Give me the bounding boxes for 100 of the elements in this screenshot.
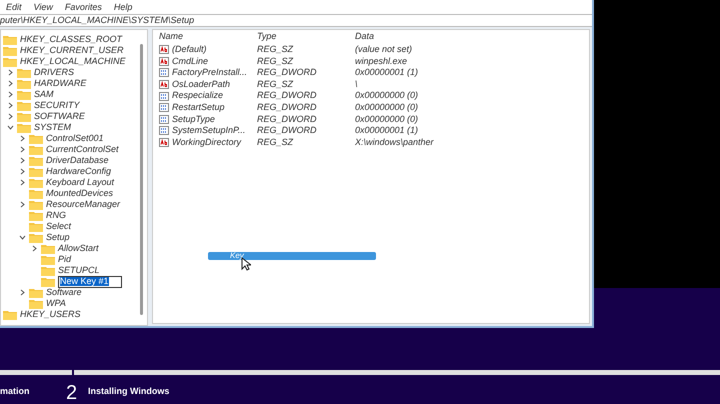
value-data: 0x00000000 (0) [355,100,420,114]
value-data: 0x00000000 (0) [355,89,420,102]
chevron-right-icon[interactable] [31,245,38,252]
tree-item[interactable]: DriverDatabase [46,156,109,165]
value-name[interactable]: SystemSetupInP... [172,124,246,138]
chevron-down-icon[interactable] [19,234,26,241]
folder-icon [29,134,43,144]
column-header[interactable]: Type [257,30,355,44]
folder-icon [17,112,31,122]
chevron-right-icon[interactable] [19,201,26,208]
folder-icon [29,288,43,298]
value-data: 0x00000001 (1) [355,66,420,80]
tree-item[interactable]: RNG [46,211,66,220]
string-value-icon [159,80,169,90]
folder-icon [29,222,43,232]
value-type: REG_DWORD [257,66,318,80]
folder-icon [29,156,43,166]
tree-item[interactable]: Keyboard Layout [46,178,114,187]
folder-icon [3,34,17,44]
value-name[interactable]: Respecialize [172,89,224,103]
tree-item[interactable]: AllowStart [58,244,99,253]
folder-icon [29,178,43,188]
value-name[interactable]: (Default) [172,43,207,56]
value-name[interactable]: SetupType [172,112,215,126]
tree-item[interactable]: SETUPCL [58,266,100,275]
value-name[interactable]: RestartSetup [172,100,225,114]
value-data: X:\windows\panther [355,136,435,149]
value-type: REG_DWORD [257,100,318,114]
folder-icon [17,122,31,132]
value-type: REG_SZ [257,78,294,91]
tree-item[interactable]: Software [46,288,82,297]
step-number: 2 [66,383,78,403]
string-value-icon [159,56,169,66]
chevron-down-icon[interactable] [7,124,14,131]
folder-icon [41,266,55,276]
tree-item[interactable]: HARDWARE [34,79,86,88]
binary-value-icon [159,68,169,78]
value-type: REG_SZ [257,136,294,149]
tree-item[interactable]: SOFTWARE [34,112,85,121]
tree-item[interactable]: ControlSet001 [46,134,104,143]
folder-icon [29,144,43,154]
address-bar[interactable]: puter\HKEY_LOCAL_MACHINE\SYSTEM\Setup [0,14,592,27]
folder-icon [29,232,43,242]
folder-icon [17,68,31,78]
folder-icon [29,200,43,210]
value-data: 0x00000000 (0) [355,112,420,126]
menu-item[interactable]: View [34,0,53,14]
value-data: \ [355,78,359,91]
tree-item[interactable]: Select [46,222,72,231]
value-name[interactable]: OsLoaderPath [172,78,230,92]
step-label: mation [0,385,31,398]
value-name[interactable]: CmdLine [172,54,208,68]
tree-item[interactable]: MountedDevices [46,189,114,198]
value-data: winpeshl.exe [355,54,408,68]
value-type: REG_DWORD [257,124,318,138]
tree-item[interactable]: HKEY_CLASSES_ROOT [20,35,122,44]
step-label: Installing Windows [88,385,170,398]
value-data: (value not set) [355,43,414,56]
column-header[interactable]: Data [355,30,583,44]
folder-icon [29,166,43,176]
tree-item[interactable]: DRIVERS [34,68,74,77]
folder-icon [29,188,43,198]
value-data: 0x00000001 (1) [355,124,420,138]
value-type: REG_DWORD [257,89,318,102]
rename-field[interactable]: New Key #1 [58,276,122,288]
folder-icon [41,244,55,254]
string-value-icon [159,138,169,147]
tree-item[interactable]: SAM [34,90,54,99]
tree-item[interactable]: ResourceManager [46,200,120,209]
binary-value-icon [159,114,169,124]
progress-segment [0,370,72,375]
tree-item[interactable]: Setup [46,233,70,242]
binary-value-icon [159,103,169,112]
menu-item[interactable]: Help [114,0,132,14]
tree-item[interactable]: HardwareConfig [46,167,112,176]
value-name[interactable]: WorkingDirectory [172,136,242,150]
menu-item[interactable]: Edit [6,0,22,14]
value-type: REG_DWORD [257,112,318,126]
tree-item[interactable]: SYSTEM [34,123,72,132]
folder-icon [41,254,55,264]
string-value-icon [159,45,169,54]
tree-item[interactable]: HKEY_USERS [20,310,81,319]
tree-item[interactable]: WPA [46,299,66,308]
chevron-right-icon[interactable] [19,289,26,296]
tree-item[interactable]: SECURITY [34,101,80,110]
tree-item[interactable]: HKEY_CURRENT_USER [20,46,124,55]
tree-item[interactable]: Pid [58,255,72,264]
folder-icon [17,78,31,88]
scrollbar[interactable] [140,44,143,315]
folder-icon [3,310,17,320]
tree-item[interactable]: CurrentControlSet [46,145,119,154]
tree-item[interactable]: HKEY_LOCAL_MACHINE [20,57,126,66]
folder-icon [17,90,31,100]
folder-icon [41,276,55,286]
binary-value-icon [159,92,169,101]
column-header[interactable]: Name [159,30,257,44]
value-type: REG_SZ [257,54,294,68]
value-name[interactable]: FactoryPreInstall... [172,66,248,80]
menu-item[interactable]: Favorites [64,0,102,14]
folder-icon [17,100,31,110]
